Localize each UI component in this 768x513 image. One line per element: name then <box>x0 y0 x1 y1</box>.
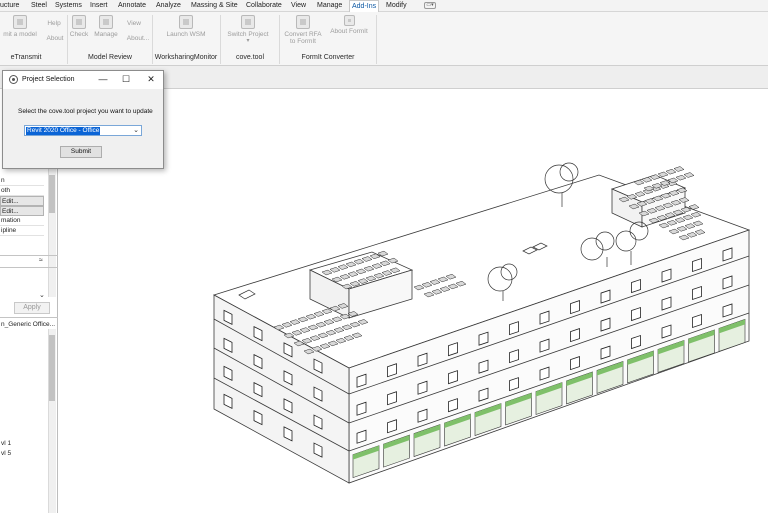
ribbon-panel: mit a model Help About Check Manage View… <box>0 12 768 66</box>
solar-panel <box>657 171 669 178</box>
browser-item-3d-view[interactable]: n_Generic Office... <box>1 321 55 328</box>
model-review-group-label: Model Review <box>88 54 132 61</box>
browser-item-level-5[interactable]: vl 5 <box>1 450 11 457</box>
chevron-down-icon[interactable]: ⌄ <box>39 291 45 299</box>
3d-view-canvas[interactable] <box>59 89 768 513</box>
tab-modify[interactable]: Modify <box>386 0 407 12</box>
apply-button[interactable]: Apply <box>14 302 50 314</box>
solar-panel <box>675 174 687 181</box>
worksharing-group-label: WorksharingMonitor <box>154 54 218 61</box>
close-icon[interactable]: ✕ <box>145 74 157 86</box>
revit-window: ucture Steel Systems Insert Annotate Ana… <box>0 0 768 513</box>
tab-overflow-icon[interactable]: ▭▾ <box>424 2 436 9</box>
solar-panel <box>683 172 695 178</box>
submit-button[interactable]: Submit <box>60 146 102 158</box>
etransmit-group-label: eTransmit <box>10 54 42 61</box>
help-label: Help <box>47 20 61 27</box>
covetool-group-label: cove.tool <box>235 54 265 61</box>
property-edit-button[interactable]: Edit... <box>0 196 44 206</box>
monitor-icon <box>179 15 193 29</box>
view-label: View <box>127 20 141 27</box>
manage-label: Manage <box>94 31 118 38</box>
minimize-icon[interactable]: — <box>97 74 109 86</box>
convert-rfa-label-1: Convert RFA <box>284 31 322 38</box>
tab-systems[interactable]: Systems <box>55 0 82 12</box>
check-icon <box>72 15 86 29</box>
project-prompt-label: Select the cove.tool project you want to… <box>18 108 153 115</box>
tab-manage[interactable]: Manage <box>317 0 342 12</box>
property-row: oth <box>0 186 44 196</box>
property-row: n <box>0 176 44 186</box>
collapse-chevron-icon[interactable]: ≈ <box>39 257 43 264</box>
ribbon-tab-bar: ucture Steel Systems Insert Annotate Ana… <box>0 0 768 13</box>
section-divider <box>0 317 58 318</box>
manage-button[interactable]: Manage <box>92 15 120 38</box>
property-edit-button[interactable]: Edit... <box>0 206 44 216</box>
tab-annotate[interactable]: Annotate <box>118 0 146 12</box>
tab-insert[interactable]: Insert <box>90 0 108 12</box>
dialog-title: Project Selection <box>22 76 75 83</box>
tab-view[interactable]: View <box>291 0 306 12</box>
launch-wsm-button[interactable]: Launch WSM <box>160 15 212 38</box>
help-button[interactable]: Help <box>44 20 64 27</box>
revit-r-icon <box>296 15 310 29</box>
convert-rfa-button[interactable]: Convert RFA to FormIt <box>283 15 323 45</box>
switch-project-button[interactable]: Switch Project ▾ <box>224 15 272 45</box>
about-model-review-label: About... <box>126 35 150 42</box>
chevron-down-icon: ⌄ <box>133 127 139 134</box>
about-formit-button[interactable]: About FormIt <box>326 15 372 35</box>
convert-rfa-label-2: to FormIt <box>289 38 316 45</box>
about-model-review-button[interactable]: About... <box>123 35 153 42</box>
dialog-titlebar[interactable]: Project Selection — ☐ ✕ <box>3 71 163 89</box>
switch-project-label: Switch Project <box>227 31 269 38</box>
submit-model-button[interactable]: mit a model <box>0 15 40 38</box>
check-label: Check <box>69 31 89 38</box>
property-row: ipline <box>0 226 44 236</box>
tab-massing-site[interactable]: Massing & Site <box>191 0 238 12</box>
group-divider <box>376 15 377 64</box>
solar-panel <box>665 168 677 175</box>
project-selection-dialog: Project Selection — ☐ ✕ Select the cove.… <box>2 70 164 169</box>
chevron-down-icon: ▾ <box>246 38 250 44</box>
check-button[interactable]: Check <box>68 15 90 38</box>
selected-project-value: Revit 2020 Office - Office <box>26 127 101 135</box>
about-label: About <box>46 35 64 42</box>
view-button[interactable]: View <box>123 20 145 27</box>
formit-group-label: FormIt Converter <box>301 54 355 61</box>
switch-project-icon <box>241 15 255 29</box>
browser-scroll-thumb[interactable] <box>49 335 55 401</box>
about-formit-label: About FormIt <box>330 28 368 35</box>
covetool-logo-icon <box>9 75 18 84</box>
browser-item-level-1[interactable]: vl 1 <box>1 440 11 447</box>
project-dropdown[interactable]: Revit 2020 Office - Office ⌄ <box>24 125 142 136</box>
properties-scroll-thumb[interactable] <box>49 175 55 213</box>
launch-wsm-label: Launch WSM <box>166 31 206 38</box>
formit-f-icon <box>343 15 355 26</box>
upload-icon <box>13 15 27 29</box>
section-divider <box>0 267 58 268</box>
tab-steel[interactable]: Steel <box>31 0 47 12</box>
tab-analyze[interactable]: Analyze <box>156 0 181 12</box>
section-divider <box>0 255 58 256</box>
building-3d-model <box>212 162 751 484</box>
about-button[interactable]: About <box>44 35 66 42</box>
solar-panel <box>673 166 685 172</box>
submit-model-label: mit a model <box>3 31 37 38</box>
tab-structure[interactable]: ucture <box>0 0 19 12</box>
property-row: mation <box>0 216 44 226</box>
tab-collaborate[interactable]: Collaborate <box>246 0 282 12</box>
maximize-icon[interactable]: ☐ <box>120 74 132 86</box>
manage-icon <box>99 15 113 29</box>
